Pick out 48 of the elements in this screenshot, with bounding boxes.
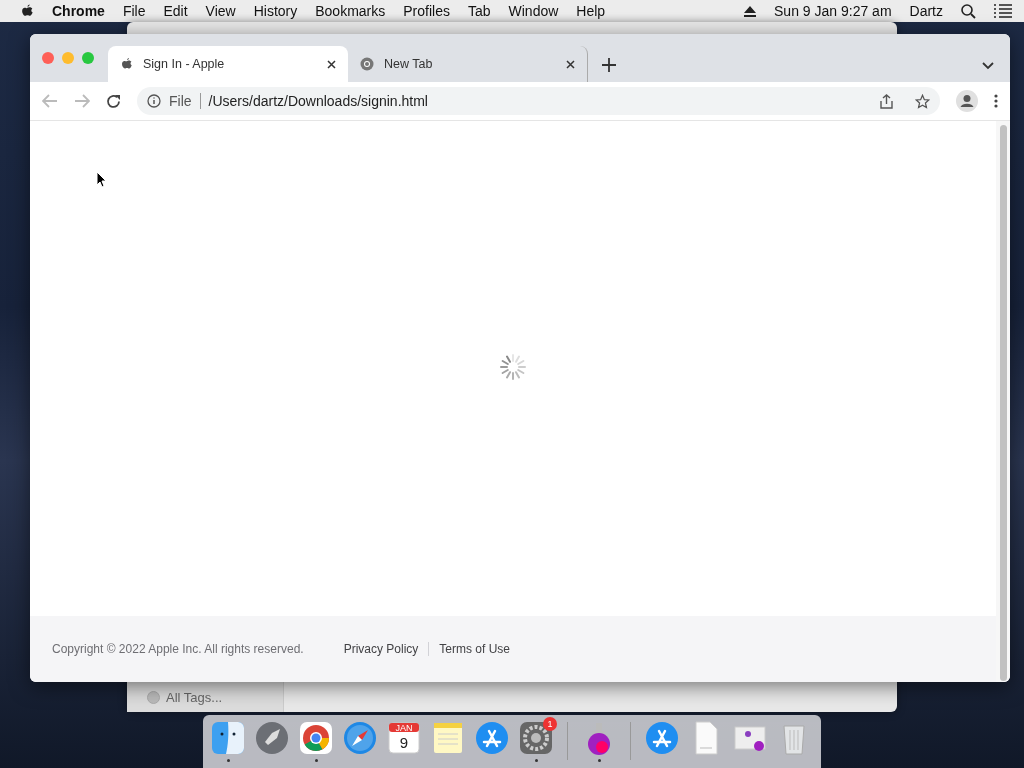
app-store-icon[interactable] — [644, 720, 680, 756]
app-menu[interactable]: Chrome — [52, 3, 105, 19]
menu-item[interactable]: Help — [576, 3, 606, 19]
info-icon[interactable] — [147, 94, 161, 108]
menu-item[interactable]: Tab — [467, 3, 491, 19]
scrollbar-thumb[interactable] — [999, 125, 1007, 681]
sidebar-item[interactable]: All Tags... — [127, 682, 284, 712]
close-icon[interactable] — [327, 59, 336, 69]
apple-icon — [120, 57, 133, 71]
footer-link[interactable]: Privacy Policy — [333, 642, 429, 656]
user-menu[interactable]: Dartz — [909, 3, 943, 19]
star-icon[interactable] — [915, 93, 930, 109]
eject-icon[interactable] — [744, 5, 756, 17]
app-store-icon[interactable] — [474, 720, 510, 756]
menu-clock[interactable]: Sun 9 Jan 9:27 am — [774, 3, 892, 19]
pointer-cursor-icon — [96, 171, 107, 188]
menu-item[interactable]: File — [122, 3, 146, 19]
notification-badge: 1 — [543, 717, 557, 731]
menu-item[interactable]: View — [205, 3, 236, 19]
more-menu-icon[interactable] — [994, 94, 998, 108]
list-icon[interactable] — [994, 4, 1012, 18]
compass-icon[interactable] — [342, 720, 378, 756]
browser-logo-icon — [360, 57, 374, 71]
footer-link[interactable]: Terms of Use — [428, 642, 521, 656]
close-icon[interactable] — [566, 59, 575, 69]
browser-tab[interactable]: Sign In - Apple — [108, 46, 348, 82]
browser-icon[interactable] — [298, 720, 334, 756]
menu-item[interactable]: History — [253, 3, 298, 19]
loading-spinner-icon — [500, 353, 526, 380]
share-icon[interactable] — [880, 93, 893, 109]
address-bar[interactable]: File /Users/dartz/Downloads/signin.html — [137, 87, 940, 115]
rocket-icon[interactable] — [254, 720, 290, 756]
menu-item[interactable]: Window — [508, 3, 559, 19]
browser-tab[interactable]: New Tab — [348, 46, 588, 82]
apple-logo-icon[interactable] — [20, 3, 34, 19]
close-button[interactable] — [42, 52, 54, 64]
copyright-text: Copyright © 2022 Apple Inc. All rights reserved. — [52, 642, 304, 656]
search-icon[interactable] — [961, 3, 976, 19]
menu-item[interactable]: Edit — [163, 3, 188, 19]
menu-item[interactable]: Bookmarks — [315, 3, 386, 19]
menu-item[interactable]: Profiles — [403, 3, 450, 19]
calendar-icon[interactable]: JAN 9 — [386, 720, 422, 756]
finder-face-icon[interactable] — [210, 720, 246, 756]
new-tab-icon[interactable] — [602, 58, 616, 72]
reload-icon[interactable] — [106, 93, 121, 109]
chevron-down-icon[interactable] — [982, 62, 994, 70]
profile-avatar-icon[interactable] — [956, 90, 978, 112]
gear-icon[interactable] — [518, 720, 554, 756]
